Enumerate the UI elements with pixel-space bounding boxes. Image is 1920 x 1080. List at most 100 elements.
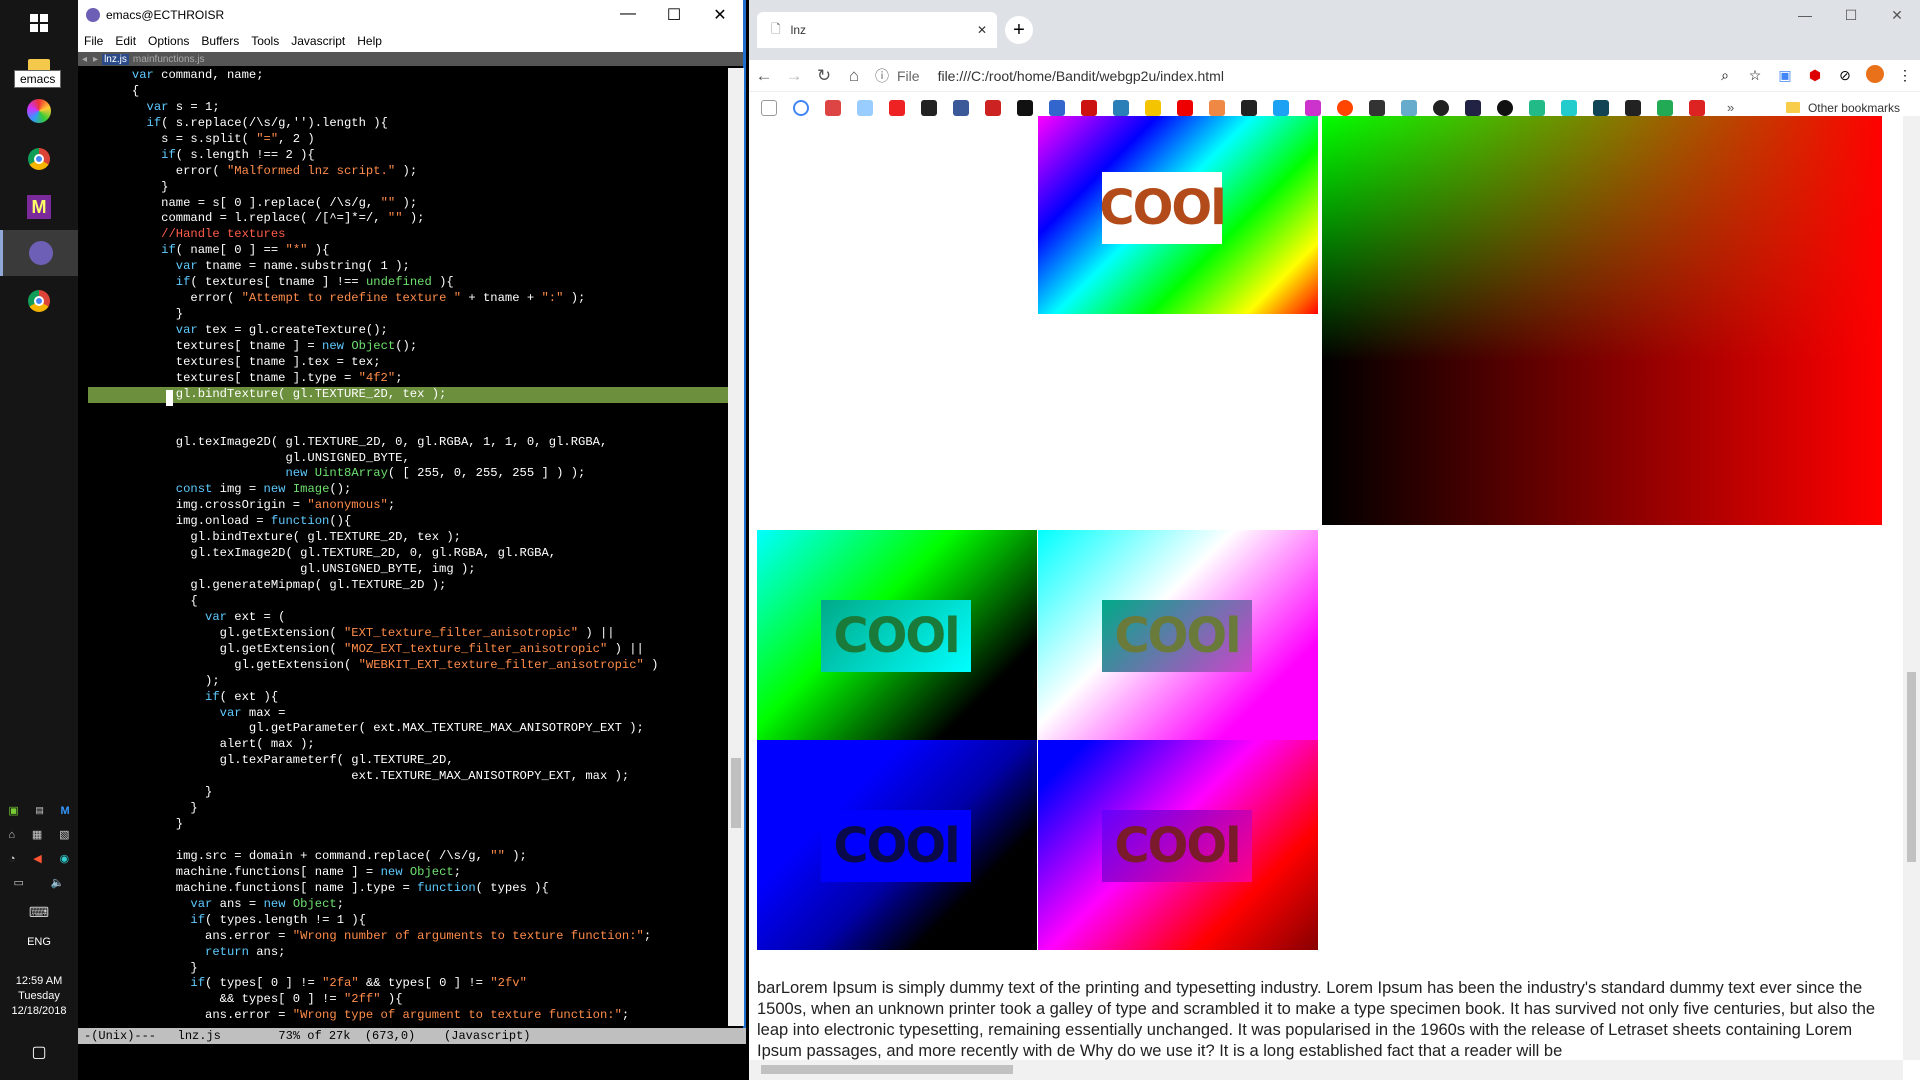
bookmark-firefox-icon[interactable] (1209, 99, 1225, 116)
bookmark-star-icon[interactable]: ☆ (1740, 67, 1770, 84)
other-bookmarks[interactable]: Other bookmarks (1785, 101, 1900, 115)
volume-icon[interactable]: 🔈 (51, 876, 65, 889)
taskbar-chrome-1[interactable] (0, 136, 78, 182)
system-clock[interactable]: 12:59 AM Tuesday 12/18/2018 (0, 974, 78, 1019)
bookmark-chart-icon[interactable] (1529, 99, 1545, 116)
page-horizontal-scrollbar[interactable] (749, 1060, 1903, 1080)
bookmark-grid-icon[interactable] (1401, 99, 1417, 116)
menu-options[interactable]: Options (148, 34, 189, 48)
language-indicator[interactable]: ENG (0, 936, 78, 948)
scroll-thumb[interactable] (731, 758, 741, 828)
bookmark-google-icon[interactable] (793, 99, 809, 116)
browser-close-button[interactable]: ✕ (1874, 0, 1920, 30)
emacs-window: emacs@ECTHROISR — ☐ ✕ File Edit Options … (78, 0, 746, 1080)
new-tab-button[interactable]: + (1005, 16, 1033, 44)
taskbar-paint-app[interactable] (0, 88, 78, 134)
bookmark-c-icon[interactable] (1113, 99, 1129, 116)
bookmark-ip-icon[interactable] (985, 99, 1001, 116)
bookmark-youtube-icon[interactable] (889, 99, 905, 116)
bookmark-gmail-icon[interactable] (825, 99, 841, 116)
address-bar[interactable]: ⓘ File file:///C:/root/home/Bandit/webgp… (869, 66, 1710, 86)
tab-close-icon[interactable]: ✕ (977, 23, 987, 37)
bookmark-dark-icon[interactable] (1625, 99, 1641, 116)
back-button[interactable]: ← (749, 66, 779, 86)
tray-cloud-icon[interactable]: ◉ (60, 852, 70, 865)
close-button[interactable]: ✕ (697, 5, 743, 25)
adblock-icon[interactable]: ⬢ (1800, 67, 1830, 84)
taskbar-emacs[interactable] (0, 230, 78, 276)
vertical-scroll-thumb[interactable] (1907, 672, 1916, 862)
menu-javascript[interactable]: Javascript (291, 34, 345, 48)
translate-icon[interactable]: ▣ (1770, 67, 1800, 84)
m-app-icon: M (27, 195, 51, 219)
tray-printer-icon[interactable]: ▧ (59, 828, 69, 841)
reload-button[interactable]: ↻ (809, 66, 839, 86)
bookmark-e-icon[interactable] (1241, 99, 1257, 116)
bookmark-reddit-icon[interactable] (1337, 99, 1353, 116)
battery-icon[interactable]: ▭ (13, 876, 23, 889)
home-button[interactable]: ⌂ (839, 66, 869, 86)
bookmark-bomb-icon[interactable] (1497, 99, 1513, 116)
block-icon[interactable]: ⊘ (1830, 67, 1860, 84)
taskbar-m-app[interactable]: M (0, 184, 78, 230)
taskbar-chrome-2[interactable] (0, 278, 78, 324)
bookmark-facebook-icon[interactable] (953, 99, 969, 116)
bookmark-chevron-icon[interactable] (1465, 99, 1481, 116)
tab-prev-icon[interactable]: ◂ (82, 54, 87, 65)
keyboard-icon[interactable]: ⌨ (29, 904, 49, 921)
tray-app-icon[interactable]: ▤ (35, 805, 44, 816)
tray-device-icon[interactable]: ⌂ (8, 829, 15, 841)
bookmark-t-icon[interactable] (921, 99, 937, 116)
bookmark-m-icon[interactable] (1145, 99, 1161, 116)
code-line: && types[ 0 ] != "2ff" ){ (88, 992, 403, 1007)
tab-next-icon[interactable]: ▸ (93, 54, 98, 65)
minimize-button[interactable]: — (605, 5, 651, 25)
forward-button[interactable]: → (779, 66, 809, 86)
bookmark-arrow-icon[interactable] (1369, 99, 1385, 116)
bookmark-news-icon[interactable] (1049, 99, 1065, 116)
browser-tab[interactable]: 🗋 lnz ✕ (757, 12, 997, 48)
palette-icon (27, 99, 51, 123)
bookmark-k-icon[interactable] (1017, 99, 1033, 116)
zoom-icon[interactable]: ⌕ (1710, 67, 1740, 84)
bookmark-green-icon[interactable] (1657, 99, 1673, 116)
tab-current[interactable]: lnz.js (102, 53, 129, 65)
horizontal-scroll-thumb[interactable] (761, 1065, 1013, 1074)
menu-icon[interactable]: ⋮ (1890, 67, 1920, 84)
tray-alert-icon[interactable]: ◀ (33, 852, 41, 865)
windows-taskbar: emacs M ▣ ▤ M ⌂ ▦ ▧ ◔ ◀ ◉ ▭ 🔈 ⌨ ENG 12:5… (0, 0, 78, 1080)
menu-file[interactable]: File (84, 34, 103, 48)
info-icon[interactable]: ⓘ (875, 66, 889, 86)
bookmark-question-icon[interactable] (1689, 99, 1705, 116)
bookmark-n-icon[interactable] (1081, 99, 1097, 116)
menu-buffers[interactable]: Buffers (201, 34, 239, 48)
gradient-tile-large (1322, 116, 1882, 525)
browser-maximize-button[interactable]: ☐ (1828, 0, 1874, 30)
bookmark-p-icon[interactable] (1305, 99, 1321, 116)
page-vertical-scrollbar[interactable] (1903, 116, 1920, 1060)
wifi-icon[interactable]: ◔ (9, 853, 16, 865)
browser-minimize-button[interactable]: — (1782, 0, 1828, 30)
menu-edit[interactable]: Edit (115, 34, 136, 48)
menu-tools[interactable]: Tools (251, 34, 279, 48)
bookmarks-overflow-icon[interactable]: » (1727, 100, 1734, 115)
bookmark-twitter-icon[interactable] (1273, 99, 1289, 116)
menu-help[interactable]: Help (357, 34, 382, 48)
minibuffer[interactable] (78, 1044, 746, 1080)
start-button[interactable] (0, 0, 78, 46)
action-center-icon[interactable]: ▢ (0, 1042, 78, 1062)
bookmark-circle-icon[interactable] (1433, 99, 1449, 116)
bookmark-red-icon[interactable] (1177, 99, 1193, 116)
code-buffer[interactable]: var command, name; { var s = 1; if( s.re… (88, 68, 728, 1026)
bookmark-snow-icon[interactable] (857, 99, 873, 116)
bookmark-z-icon[interactable] (1593, 99, 1609, 116)
tab-other[interactable]: mainfunctions.js (133, 54, 205, 65)
maximize-button[interactable]: ☐ (651, 5, 697, 25)
nvidia-icon[interactable]: ▣ (8, 804, 18, 817)
bookmark-page-icon[interactable] (761, 99, 777, 116)
emacs-scrollbar[interactable] (728, 68, 744, 1026)
bookmark-bubble-icon[interactable] (1561, 99, 1577, 116)
tray-calendar-icon[interactable]: ▦ (32, 828, 42, 841)
malwarebytes-icon[interactable]: M (60, 805, 69, 817)
profile-avatar[interactable] (1860, 65, 1890, 86)
